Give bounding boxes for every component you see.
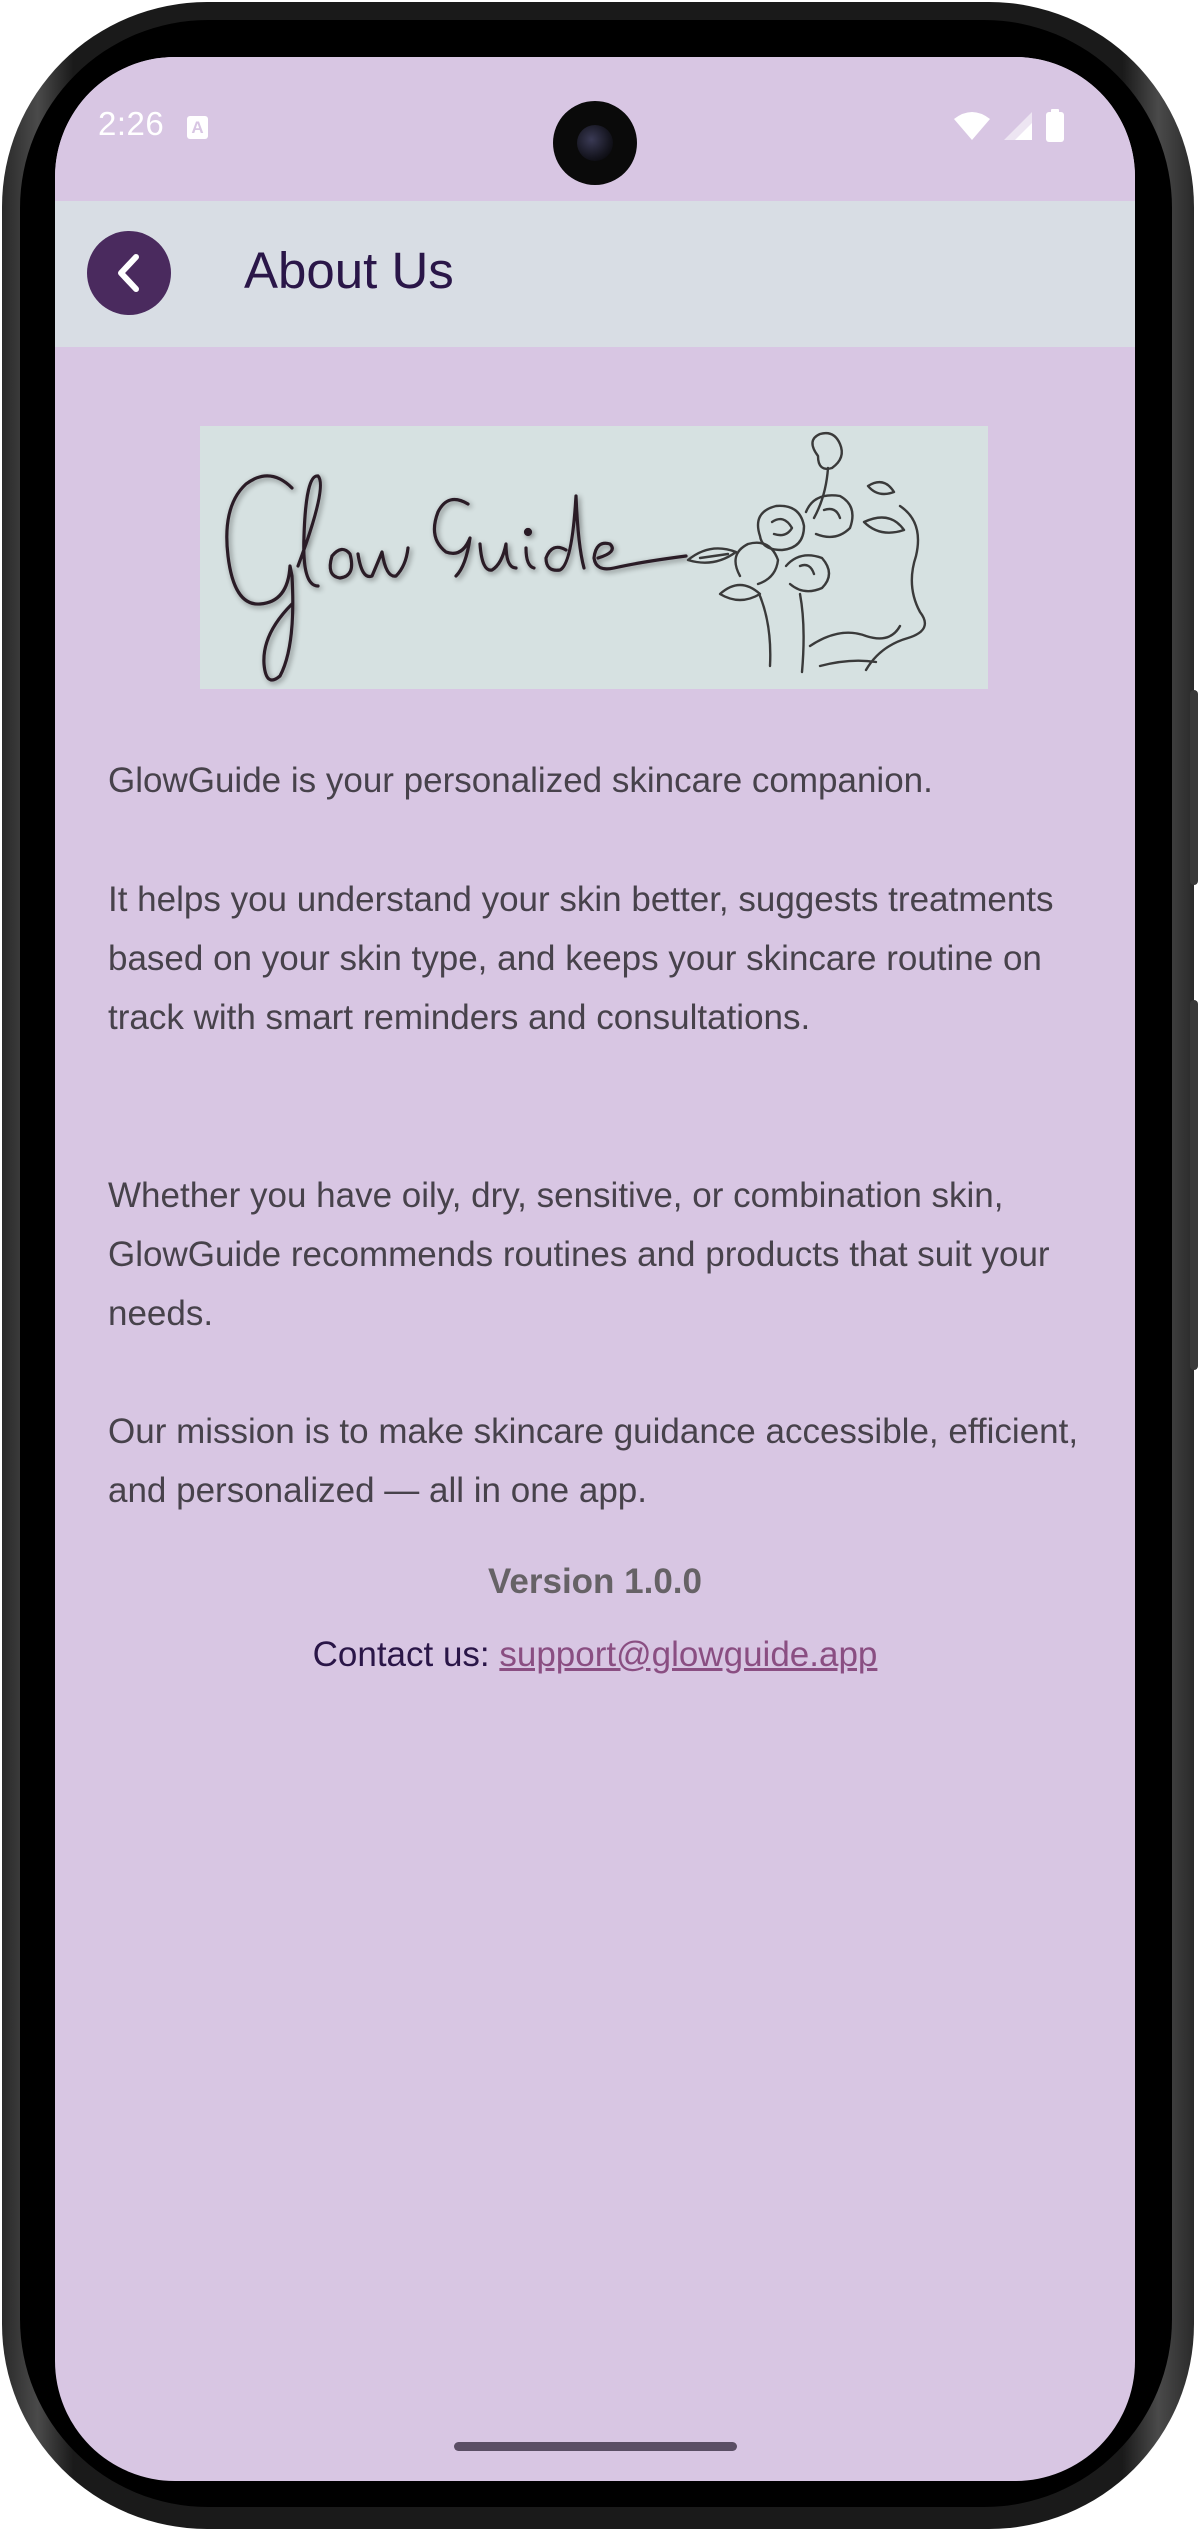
- contact-label: Contact us:: [312, 1635, 500, 1674]
- contact-line: Contact us: support@glowguide.app: [55, 1635, 1135, 1675]
- app-screen: 2:26 A About Us GlowGuide is your person…: [55, 57, 1135, 2481]
- signal-icon: [1004, 112, 1032, 140]
- notification-icon: A: [187, 116, 208, 139]
- features-paragraph: It helps you understand your skin better…: [108, 880, 1054, 1037]
- intro-paragraph: GlowGuide is your personalized skincare …: [108, 761, 933, 800]
- battery-icon: [1046, 109, 1064, 142]
- status-time: 2:26: [98, 105, 165, 142]
- glowguide-logo: [200, 426, 988, 689]
- wifi-icon: [954, 112, 990, 140]
- back-button[interactable]: [87, 231, 171, 315]
- front-camera: [553, 101, 637, 185]
- home-indicator[interactable]: [454, 2442, 737, 2451]
- power-button: [1190, 1000, 1198, 1370]
- chevron-left-icon: [118, 254, 139, 292]
- page-title: About Us: [244, 242, 454, 299]
- volume-button: [1190, 690, 1198, 885]
- version-label: Version 1.0.0: [487, 1562, 703, 1601]
- skin-types-paragraph: Whether you have oily, dry, sensitive, o…: [108, 1176, 1050, 1333]
- phone-device: 2:26 A About Us GlowGuide is your person…: [0, 0, 1198, 2531]
- status-icons: [953, 109, 1065, 143]
- camera-lens: [577, 125, 613, 161]
- app-bar: About Us: [55, 201, 1135, 347]
- logo-artwork: [225, 431, 927, 682]
- mission-paragraph: Our mission is to make skincare guidance…: [108, 1412, 1079, 1510]
- status-bar: 2:26 A: [55, 57, 1135, 201]
- support-email-link[interactable]: support@glowguide.app: [499, 1635, 877, 1674]
